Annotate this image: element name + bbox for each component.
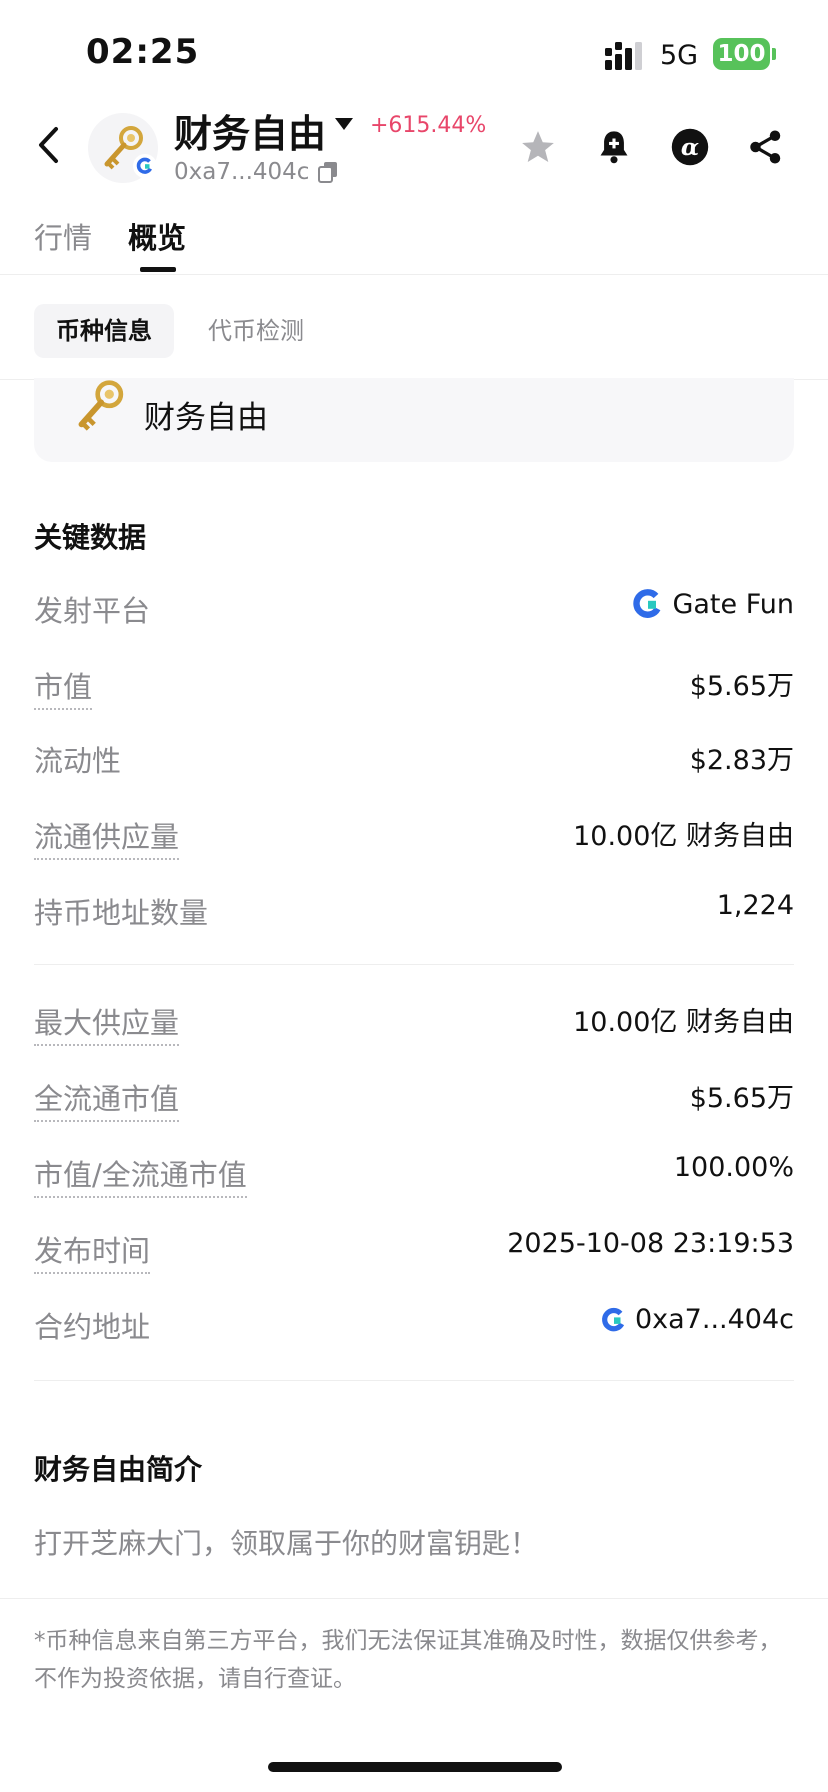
- row-value: $5.65万: [689, 671, 794, 702]
- back-button[interactable]: [28, 123, 68, 167]
- svg-text:α: α: [681, 133, 699, 161]
- favorite-button[interactable]: [518, 127, 558, 167]
- token-card-name: 财务自由: [144, 400, 268, 436]
- signal-icon: [605, 42, 642, 70]
- token-card: 财务自由: [34, 378, 794, 462]
- key-icon: [78, 380, 124, 431]
- price-alert-button[interactable]: [594, 127, 634, 167]
- row-holders: 持币地址数量 1,224: [34, 890, 794, 938]
- row-value: 10.00亿 财务自由: [573, 821, 794, 852]
- alpha-button[interactable]: α: [670, 127, 710, 167]
- row-label: 流动性: [34, 744, 122, 778]
- status-time: 02:25: [86, 32, 200, 72]
- row-value: 10.00亿 财务自由: [573, 1007, 794, 1038]
- disclaimer-text: *币种信息来自第三方平台，我们无法保证其准确及时性，数据仅供参考，不作为投资依据…: [34, 1628, 782, 1692]
- gate-fun-badge: [133, 154, 157, 178]
- intro-text: 打开芝麻大门，领取属于你的财富钥匙！: [34, 1527, 539, 1560]
- row-label[interactable]: 最大供应量: [34, 1000, 180, 1046]
- row-market-cap: 市值 $5.65万: [34, 664, 794, 712]
- gate-fun-icon: [136, 157, 152, 174]
- row-label: 发射平台: [34, 594, 151, 628]
- tab-overview[interactable]: 概览: [128, 215, 186, 257]
- battery-tip: [772, 48, 776, 60]
- subtab-token-info[interactable]: 币种信息: [34, 304, 174, 358]
- row-value: $5.65万: [689, 1083, 794, 1114]
- battery-indicator: 100: [713, 38, 770, 70]
- gate-fun-icon: [602, 1307, 625, 1331]
- caret-down-icon[interactable]: [334, 117, 354, 131]
- row-value: $2.83万: [689, 745, 794, 776]
- tab-market[interactable]: 行情: [34, 215, 92, 257]
- row-value-text: 0xa7...404c: [634, 1304, 794, 1335]
- row-value-text: Gate Fun: [672, 588, 794, 620]
- gate-fun-icon: [633, 589, 661, 618]
- row-contract-address: 合约地址 0xa7...404c: [34, 1304, 794, 1352]
- row-label[interactable]: 市值/全流通市值: [34, 1152, 247, 1198]
- row-value: 1,224: [716, 890, 794, 921]
- row-label: 持币地址数量: [34, 896, 209, 930]
- token-header: 财务自由 +615.44% 0xa7...404c α: [0, 95, 828, 205]
- row-liquidity: 流动性 $2.83万: [34, 738, 794, 786]
- row-launch-platform: 发射平台 Gate Fun: [34, 588, 794, 636]
- row-release-time: 发布时间 2025-10-08 23:19:53: [34, 1228, 794, 1276]
- copy-icon[interactable]: [318, 161, 338, 183]
- intro-title: 财务自由简介: [34, 1453, 203, 1486]
- row-label[interactable]: 市值: [34, 664, 93, 710]
- alpha-icon: α: [671, 128, 709, 166]
- token-name[interactable]: 财务自由: [174, 103, 326, 158]
- row-label: 合约地址: [34, 1310, 151, 1344]
- row-label[interactable]: 发布时间: [34, 1228, 151, 1274]
- subtab-token-check[interactable]: 代币检测: [186, 304, 326, 358]
- home-indicator[interactable]: [268, 1762, 562, 1772]
- row-value: 100.00%: [673, 1152, 794, 1183]
- row-max-supply: 最大供应量 10.00亿 财务自由: [34, 1000, 794, 1048]
- key-data-title: 关键数据: [34, 521, 147, 554]
- main-tabs: 行情 概览: [0, 205, 828, 275]
- row-fdv: 全流通市值 $5.65万: [34, 1076, 794, 1124]
- row-label[interactable]: 流通供应量: [34, 814, 180, 860]
- bell-plus-icon: [600, 131, 628, 164]
- token-address: 0xa7...404c: [174, 159, 310, 185]
- launch-platform-link[interactable]: Gate Fun: [632, 588, 794, 620]
- share-button[interactable]: [746, 127, 786, 167]
- active-tab-indicator: [140, 267, 176, 272]
- row-circulating-supply: 流通供应量 10.00亿 财务自由: [34, 814, 794, 862]
- section-divider: [34, 1380, 794, 1381]
- back-icon: [39, 127, 58, 163]
- star-icon: [522, 131, 554, 163]
- row-value: 2025-10-08 23:19:53: [507, 1228, 794, 1259]
- contract-address-link[interactable]: 0xa7...404c: [601, 1304, 794, 1335]
- row-label[interactable]: 全流通市值: [34, 1076, 180, 1122]
- network-type: 5G: [660, 40, 699, 71]
- sub-tabs: 币种信息 代币检测: [0, 296, 828, 380]
- row-mc-fdv-ratio: 市值/全流通市值 100.00%: [34, 1152, 794, 1200]
- section-divider: [34, 964, 794, 965]
- status-bar: 02:25 5G 100: [0, 0, 828, 100]
- share-icon: [750, 130, 781, 164]
- price-change: +615.44%: [370, 113, 487, 138]
- footer-divider: [0, 1598, 828, 1599]
